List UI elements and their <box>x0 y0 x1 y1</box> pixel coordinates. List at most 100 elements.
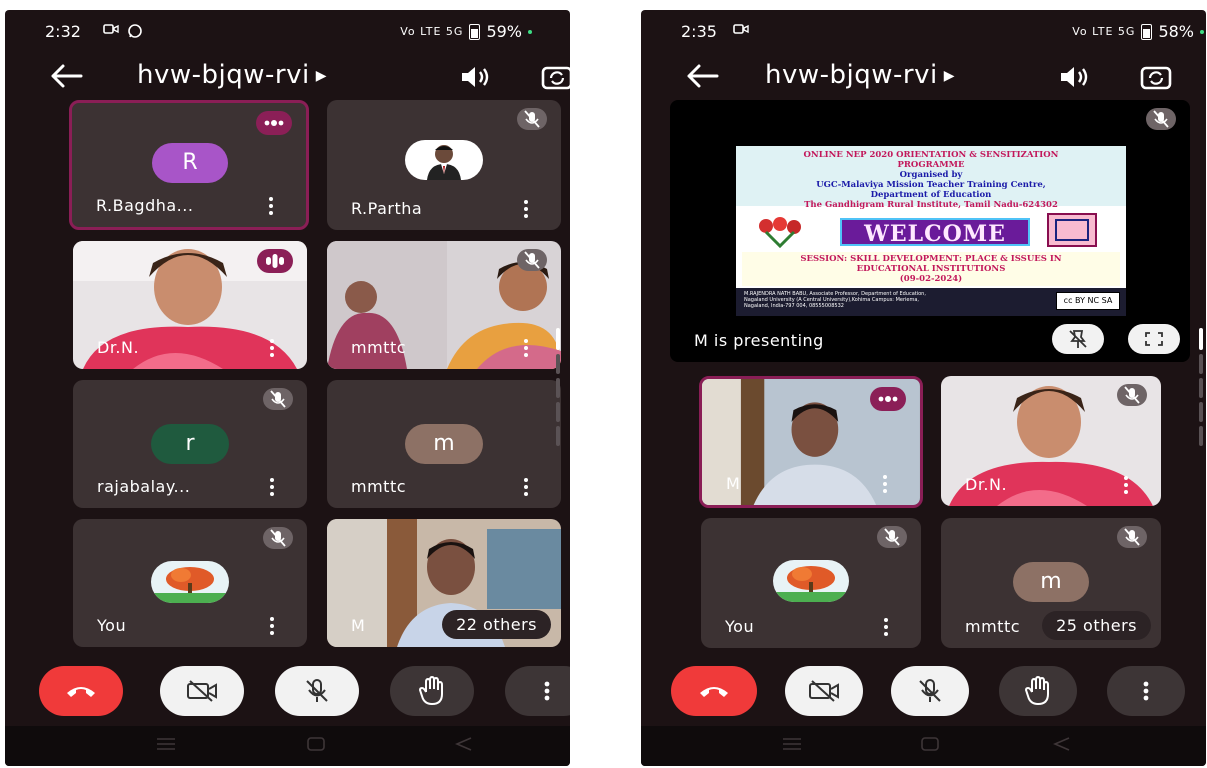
switch-camera-icon[interactable] <box>1139 62 1173 92</box>
speaking-indicator-icon <box>870 387 906 411</box>
hang-up-icon <box>700 687 728 697</box>
participant-tile-drn[interactable]: Dr.N. <box>941 376 1161 506</box>
more-options-icon[interactable] <box>882 475 888 493</box>
scrollbar-track <box>1199 402 1203 422</box>
end-call-button[interactable] <box>39 666 123 716</box>
home-icon[interactable] <box>919 736 941 752</box>
others-count-button[interactable]: 22 others <box>442 610 551 639</box>
participant-tile-mmttc[interactable]: m mmttc 25 others <box>941 518 1161 648</box>
session-line: EDUCATIONAL INSTITUTIONS <box>856 264 1006 274</box>
more-options-icon[interactable] <box>268 197 274 215</box>
slide-line: Organised by <box>899 170 963 180</box>
more-options-icon[interactable] <box>523 339 529 357</box>
participant-tile-you[interactable]: You <box>701 518 921 648</box>
participant-tile-m-video[interactable]: M 22 others <box>327 519 561 647</box>
meeting-code-button[interactable]: hvw-bjqw-rvi ▶ <box>137 60 327 90</box>
speaker-icon[interactable] <box>460 64 494 90</box>
meet-screen-left: 2:32 Vo LTE 5G 59% hvw-bjqw-rvi ▶ R R.Bag… <box>5 10 570 766</box>
more-options-button[interactable] <box>505 666 570 716</box>
scrollbar-track <box>1199 426 1203 446</box>
avatar: m <box>1013 562 1089 602</box>
scrollbar-track <box>556 378 560 398</box>
back-arrow-icon[interactable] <box>685 62 721 90</box>
session-line: (09-02-2024) <box>899 274 963 284</box>
avatar: R <box>152 143 228 183</box>
mic-toggle-button[interactable] <box>891 666 969 716</box>
participant-tile-rbagdha[interactable]: R R.Bagdha... <box>69 100 309 230</box>
video-status-icon <box>103 23 119 39</box>
raise-hand-button[interactable] <box>999 666 1077 716</box>
privacy-dot <box>1200 29 1204 34</box>
camera-toggle-button[interactable] <box>160 666 244 716</box>
camera-toggle-button[interactable] <box>785 666 863 716</box>
back-arrow-icon[interactable] <box>49 62 85 90</box>
scrollbar-track <box>556 426 560 446</box>
avatar: m <box>405 424 483 464</box>
end-call-button[interactable] <box>671 666 757 716</box>
participant-tile-m-video[interactable]: M <box>699 376 923 508</box>
participant-name: M <box>726 474 741 493</box>
more-vert-icon <box>544 681 550 701</box>
recents-icon[interactable] <box>155 736 177 752</box>
mic-off-icon <box>306 679 328 702</box>
scrollbar[interactable] <box>556 328 562 458</box>
unpin-button[interactable] <box>1052 324 1104 354</box>
whatsapp-icon <box>127 23 143 43</box>
flower-bouquet-image <box>759 217 801 248</box>
privacy-dot <box>528 29 532 34</box>
meeting-code-button[interactable]: hvw-bjqw-rvi ▶ <box>765 60 955 90</box>
scrollbar-thumb[interactable] <box>1199 328 1203 350</box>
more-options-icon[interactable] <box>269 617 275 635</box>
scrollbar-track <box>556 354 560 374</box>
caret-right-icon: ▶ <box>943 67 955 84</box>
fullscreen-button[interactable] <box>1128 324 1180 354</box>
meeting-header: hvw-bjqw-rvi ▶ <box>641 58 1206 98</box>
slide-line: ONLINE NEP 2020 ORIENTATION & SENSITIZAT… <box>803 150 1059 160</box>
meeting-code: hvw-bjqw-rvi <box>765 60 938 90</box>
welcome-banner: WELCOME <box>840 218 1030 247</box>
fullscreen-icon <box>1145 332 1163 346</box>
more-options-button[interactable] <box>1107 666 1185 716</box>
presentation-tile[interactable]: ONLINE NEP 2020 ORIENTATION & SENSITIZAT… <box>670 100 1190 362</box>
participant-tile-rajabalay[interactable]: r rajabalay... <box>73 380 307 508</box>
more-options-icon[interactable] <box>269 339 275 357</box>
profile-photo <box>405 140 483 180</box>
switch-camera-icon[interactable] <box>540 62 570 92</box>
participant-name: mmttc <box>351 338 407 357</box>
home-icon[interactable] <box>305 736 327 752</box>
session-line: SESSION: SKILL DEVELOPMENT: PLACE & ISSU… <box>800 254 1062 264</box>
participant-tile-drn[interactable]: Dr.N. <box>73 241 307 369</box>
slide-line: PROGRAMME <box>897 160 965 170</box>
more-options-icon[interactable] <box>883 618 889 636</box>
participant-tile-rpartha[interactable]: R.Partha <box>327 100 561 230</box>
others-count-button[interactable]: 25 others <box>1042 611 1151 640</box>
camera-off-icon <box>809 680 839 702</box>
status-time: 2:35 <box>681 22 717 41</box>
system-nav-bar <box>641 726 1206 766</box>
status-time: 2:32 <box>45 22 81 41</box>
battery-icon <box>469 23 481 40</box>
mic-toggle-button[interactable] <box>275 666 359 716</box>
recents-icon[interactable] <box>781 736 803 752</box>
participant-tile-mmttc-video[interactable]: mmttc <box>327 241 561 369</box>
participant-tile-mmttc[interactable]: m mmttc <box>327 380 561 508</box>
slide-line: Department of Education <box>870 190 992 200</box>
more-options-icon[interactable] <box>523 478 529 496</box>
back-nav-icon[interactable] <box>453 736 475 752</box>
creative-commons-badge: cc BY NC SA <box>1056 292 1120 310</box>
back-nav-icon[interactable] <box>1051 736 1073 752</box>
participant-tile-you[interactable]: You <box>73 519 307 647</box>
slide-line: The Gandhigram Rural Institute, Tamil Na… <box>804 200 1058 210</box>
more-vert-icon <box>1143 681 1149 701</box>
mic-off-icon <box>517 108 547 130</box>
presentation-slide: ONLINE NEP 2020 ORIENTATION & SENSITIZAT… <box>736 146 1126 316</box>
institute-logo <box>1047 213 1097 247</box>
slide-header: ONLINE NEP 2020 ORIENTATION & SENSITIZAT… <box>736 146 1126 210</box>
more-options-icon[interactable] <box>523 200 529 218</box>
more-options-icon[interactable] <box>269 478 275 496</box>
scrollbar-thumb[interactable] <box>556 328 560 350</box>
raise-hand-button[interactable] <box>390 666 474 716</box>
speaker-icon[interactable] <box>1059 64 1093 90</box>
scrollbar[interactable] <box>1199 328 1205 458</box>
more-options-icon[interactable] <box>1123 476 1129 494</box>
